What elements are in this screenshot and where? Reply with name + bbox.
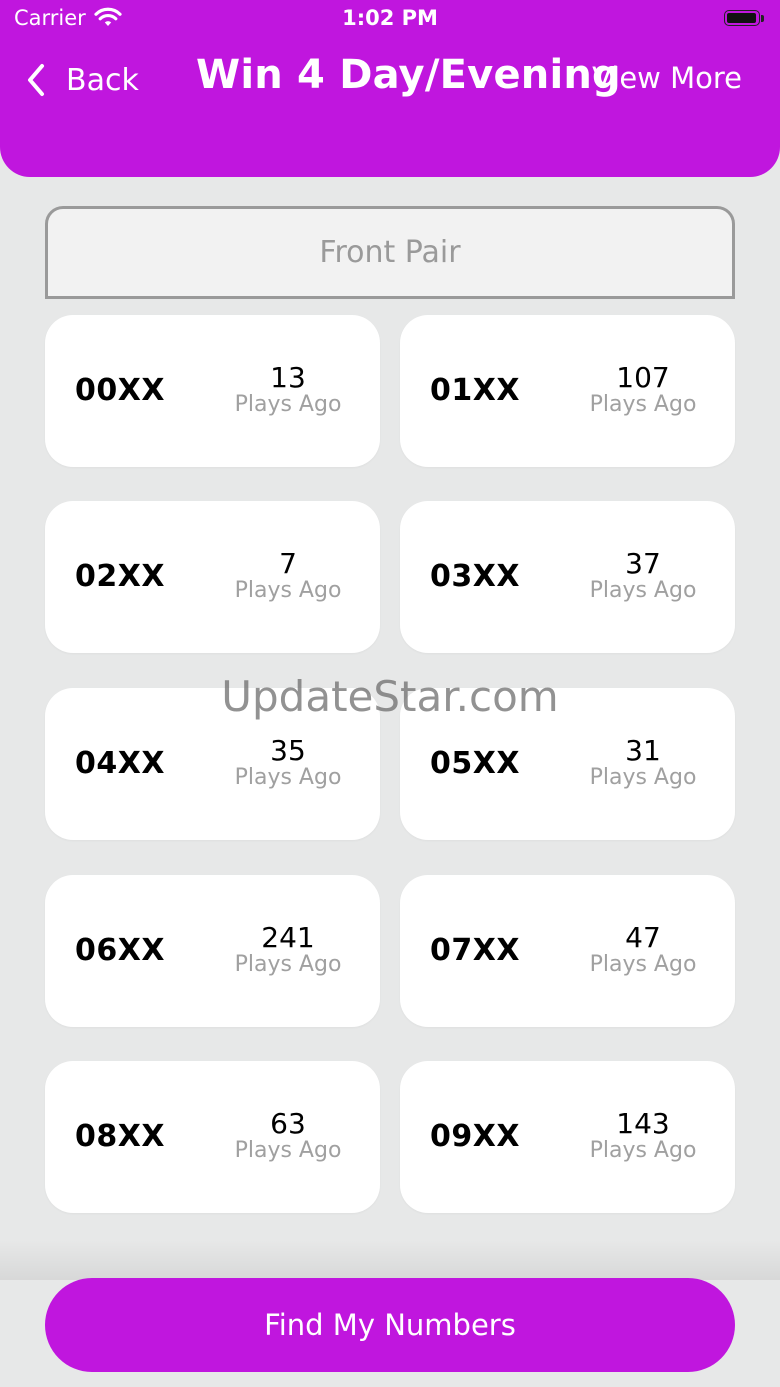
plays-ago: 7 Plays Ago <box>218 549 358 603</box>
pair-card[interactable]: 06XX 241 Plays Ago <box>45 875 380 1027</box>
plays-ago-label: Plays Ago <box>234 1138 342 1163</box>
pair-card[interactable]: 01XX 107 Plays Ago <box>400 315 735 467</box>
plays-ago: 31 Plays Ago <box>573 736 713 790</box>
plays-ago-label: Plays Ago <box>589 765 697 790</box>
pair-card[interactable]: 03XX 37 Plays Ago <box>400 501 735 653</box>
plays-ago-count: 7 <box>279 547 297 580</box>
plays-ago: 47 Plays Ago <box>573 923 713 977</box>
status-bar: Carrier 1:02 PM <box>0 0 780 40</box>
page-title: Win 4 Day/Evening <box>196 52 621 98</box>
pair-label: 03XX <box>430 559 521 594</box>
pair-label: 00XX <box>75 373 166 408</box>
plays-ago-label: Plays Ago <box>234 578 342 603</box>
pair-card[interactable]: 08XX 63 Plays Ago <box>45 1061 380 1213</box>
plays-ago-label: Plays Ago <box>234 392 342 417</box>
plays-ago-count: 241 <box>261 921 315 954</box>
nav-header: Carrier 1:02 PM Back Win 4 Day/Evening V… <box>0 0 780 177</box>
watermark: UpdateStar.com <box>221 672 559 721</box>
back-label: Back <box>66 62 139 98</box>
battery-icon <box>724 10 766 28</box>
plays-ago-label: Plays Ago <box>234 952 342 977</box>
pair-label: 07XX <box>430 933 521 968</box>
plays-ago: 35 Plays Ago <box>218 736 358 790</box>
pair-label: 01XX <box>430 373 521 408</box>
pair-card[interactable]: 09XX 143 Plays Ago <box>400 1061 735 1213</box>
plays-ago-count: 107 <box>616 361 670 394</box>
pair-card[interactable]: 07XX 47 Plays Ago <box>400 875 735 1027</box>
plays-ago-label: Plays Ago <box>589 952 697 977</box>
plays-ago-count: 13 <box>270 361 306 394</box>
plays-ago-count: 47 <box>625 921 661 954</box>
plays-ago-label: Plays Ago <box>589 392 697 417</box>
plays-ago-count: 63 <box>270 1107 306 1140</box>
plays-ago-label: Plays Ago <box>589 1138 697 1163</box>
plays-ago: 63 Plays Ago <box>218 1109 358 1163</box>
plays-ago: 143 Plays Ago <box>573 1109 713 1163</box>
pair-card[interactable]: 00XX 13 Plays Ago <box>45 315 380 467</box>
plays-ago-count: 35 <box>270 734 306 767</box>
plays-ago-count: 31 <box>625 734 661 767</box>
plays-ago-count: 143 <box>616 1107 670 1140</box>
plays-ago: 13 Plays Ago <box>218 363 358 417</box>
plays-ago: 107 Plays Ago <box>573 363 713 417</box>
pair-card[interactable]: 02XX 7 Plays Ago <box>45 501 380 653</box>
plays-ago-label: Plays Ago <box>234 765 342 790</box>
pair-label: 02XX <box>75 559 166 594</box>
plays-ago-count: 37 <box>625 547 661 580</box>
segment-front-pair[interactable]: Front Pair <box>45 206 735 299</box>
clock: 1:02 PM <box>342 6 438 30</box>
pair-label: 08XX <box>75 1119 166 1154</box>
bottom-shade <box>0 1240 780 1280</box>
chevron-left-icon <box>28 64 44 96</box>
pair-label: 09XX <box>430 1119 521 1154</box>
find-my-numbers-button[interactable]: Find My Numbers <box>45 1278 735 1372</box>
view-more-button[interactable]: View More <box>592 61 742 95</box>
plays-ago-label: Plays Ago <box>589 578 697 603</box>
plays-ago: 241 Plays Ago <box>218 923 358 977</box>
back-button[interactable]: Back <box>22 58 139 102</box>
pair-label: 06XX <box>75 933 166 968</box>
plays-ago: 37 Plays Ago <box>573 549 713 603</box>
